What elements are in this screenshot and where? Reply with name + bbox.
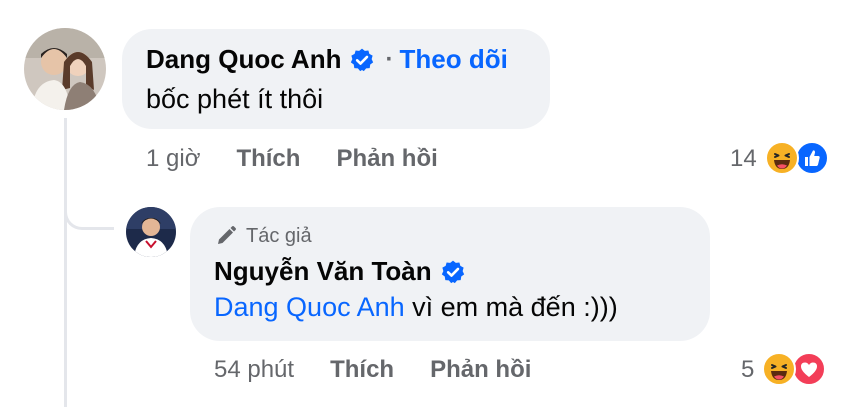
like-icon xyxy=(794,141,829,175)
avatar[interactable] xyxy=(126,207,176,257)
thread-connector xyxy=(64,186,114,230)
mention-link[interactable]: Dang Quoc Anh xyxy=(214,292,405,322)
avatar[interactable] xyxy=(24,28,106,110)
verified-badge-icon xyxy=(440,259,466,285)
love-icon xyxy=(792,352,827,386)
reply-button[interactable]: Phản hồi xyxy=(430,356,531,384)
like-button[interactable]: Thích xyxy=(330,356,394,384)
reply-timestamp[interactable]: 54 phút xyxy=(214,356,294,384)
reaction-count: 5 xyxy=(741,356,755,383)
reaction-count: 14 xyxy=(730,145,757,172)
haha-icon xyxy=(762,352,797,386)
reply-header: Nguyễn Văn Toàn xyxy=(214,256,466,287)
comment-timestamp[interactable]: 1 giờ xyxy=(146,145,200,173)
comment-header: Dang Quoc Anh · Theo dõi xyxy=(146,44,508,75)
like-button[interactable]: Thích xyxy=(236,145,300,173)
author-name[interactable]: Dang Quoc Anh xyxy=(146,44,341,75)
reply-text-body: vì em mà đến :))) xyxy=(404,292,618,322)
reply-actions: 54 phút Thích Phản hồi xyxy=(214,356,531,384)
follow-button[interactable]: Theo dõi xyxy=(399,44,507,75)
comment-actions: 1 giờ Thích Phản hồi xyxy=(146,145,438,173)
author-tag: Tác giả xyxy=(214,224,312,248)
reaction-summary[interactable]: 14 xyxy=(730,141,831,177)
verified-badge-icon xyxy=(349,47,375,73)
author-name[interactable]: Nguyễn Văn Toàn xyxy=(214,256,432,287)
comment-text: bốc phét ít thôi xyxy=(146,84,324,114)
haha-icon xyxy=(764,141,799,175)
pencil-icon xyxy=(214,224,238,248)
thread-line xyxy=(64,118,67,407)
reply-button[interactable]: Phản hồi xyxy=(336,145,437,173)
reaction-summary[interactable]: 5 xyxy=(741,352,828,388)
reply-text: Dang Quoc Anh vì em mà đến :))) xyxy=(214,292,618,323)
author-tag-label: Tác giả xyxy=(246,224,312,247)
separator: · xyxy=(385,45,394,73)
